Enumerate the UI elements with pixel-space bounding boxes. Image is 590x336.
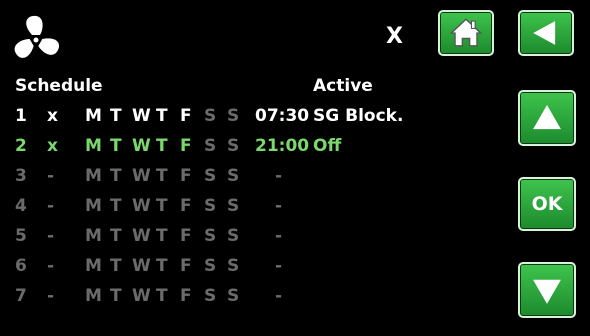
day-6: S xyxy=(227,166,240,186)
ok-button[interactable]: OK xyxy=(518,177,576,231)
arrow-down-icon xyxy=(533,279,561,304)
day-4: F xyxy=(180,166,192,186)
row-number: 1 xyxy=(15,106,27,126)
row-time: - xyxy=(275,166,283,186)
day-4: F xyxy=(180,226,192,246)
schedule-row[interactable]: 6-MTWTFSS- xyxy=(0,256,510,286)
row-action: SG Block. xyxy=(313,106,404,126)
day-4: F xyxy=(180,286,192,306)
day-6: S xyxy=(227,106,240,126)
day-4: F xyxy=(180,106,192,126)
day-5: S xyxy=(204,226,217,246)
day-5: S xyxy=(204,106,217,126)
day-6: S xyxy=(227,136,240,156)
schedule-row[interactable]: 7-MTWTFSS- xyxy=(0,286,510,316)
schedule-row[interactable]: 4-MTWTFSS- xyxy=(0,196,510,226)
day-2: W xyxy=(132,286,151,306)
row-enabled-mark: - xyxy=(47,286,55,306)
day-5: S xyxy=(204,136,217,156)
row-enabled-mark: - xyxy=(47,226,55,246)
day-1: T xyxy=(110,106,122,126)
back-arrow-icon xyxy=(533,21,556,45)
day-6: S xyxy=(227,196,240,216)
day-2: W xyxy=(132,226,151,246)
day-0: M xyxy=(85,196,102,216)
day-6: S xyxy=(227,286,240,306)
day-1: T xyxy=(110,136,122,156)
row-time: 21:00 xyxy=(255,136,310,156)
row-time: - xyxy=(275,286,283,306)
row-time: - xyxy=(275,256,283,276)
day-0: M xyxy=(85,136,102,156)
day-0: M xyxy=(85,226,102,246)
row-action: Off xyxy=(313,136,342,156)
row-enabled-mark: x xyxy=(47,136,58,156)
day-2: W xyxy=(132,196,151,216)
row-enabled-mark: - xyxy=(47,196,55,216)
day-5: S xyxy=(204,286,217,306)
row-number: 4 xyxy=(15,196,27,216)
day-4: F xyxy=(180,256,192,276)
schedule-row[interactable]: 2 x M T W T F S S 21:00 Off xyxy=(0,136,510,166)
day-3: T xyxy=(156,196,168,216)
day-4: F xyxy=(180,136,192,156)
day-2: W xyxy=(132,106,151,126)
row-time: - xyxy=(275,196,283,216)
row-enabled-mark: - xyxy=(47,256,55,276)
day-1: T xyxy=(110,226,122,246)
day-2: W xyxy=(132,136,151,156)
day-1: T xyxy=(110,166,122,186)
day-2: W xyxy=(132,166,151,186)
schedule-row[interactable]: 5-MTWTFSS- xyxy=(0,226,510,256)
row-time: - xyxy=(275,226,283,246)
row-number: 6 xyxy=(15,256,27,276)
row-number: 7 xyxy=(15,286,27,306)
back-button[interactable] xyxy=(518,10,574,56)
schedule-header: Schedule xyxy=(15,76,103,96)
row-number: 2 xyxy=(15,136,27,156)
row-enabled-mark: x xyxy=(47,106,58,126)
day-0: M xyxy=(85,106,102,126)
day-1: T xyxy=(110,256,122,276)
schedule-row[interactable]: 3-MTWTFSS- xyxy=(0,166,510,196)
day-1: T xyxy=(110,196,122,216)
row-number: 5 xyxy=(15,226,27,246)
day-0: M xyxy=(85,286,102,306)
day-2: W xyxy=(132,256,151,276)
day-5: S xyxy=(204,166,217,186)
day-3: T xyxy=(156,226,168,246)
schedule-row[interactable]: 1 x M T W T F S S 07:30 SG Block. xyxy=(0,106,510,136)
home-button[interactable] xyxy=(438,10,494,56)
row-number: 3 xyxy=(15,166,27,186)
day-0: M xyxy=(85,256,102,276)
day-1: T xyxy=(110,286,122,306)
row-enabled-mark: - xyxy=(47,166,55,186)
close-button[interactable]: X xyxy=(386,24,403,49)
day-5: S xyxy=(204,196,217,216)
row-time: 07:30 xyxy=(255,106,310,126)
day-6: S xyxy=(227,226,240,246)
home-icon xyxy=(449,18,483,47)
day-3: T xyxy=(156,106,168,126)
day-6: S xyxy=(227,256,240,276)
day-3: T xyxy=(156,256,168,276)
active-header: Active xyxy=(313,76,373,96)
day-3: T xyxy=(156,286,168,306)
day-3: T xyxy=(156,136,168,156)
day-4: F xyxy=(180,196,192,216)
ok-label: OK xyxy=(531,193,563,215)
day-5: S xyxy=(204,256,217,276)
day-3: T xyxy=(156,166,168,186)
scroll-up-button[interactable] xyxy=(518,90,576,146)
arrow-up-icon xyxy=(533,105,561,130)
fan-icon xyxy=(10,14,62,66)
scroll-down-button[interactable] xyxy=(518,262,576,318)
day-0: M xyxy=(85,166,102,186)
